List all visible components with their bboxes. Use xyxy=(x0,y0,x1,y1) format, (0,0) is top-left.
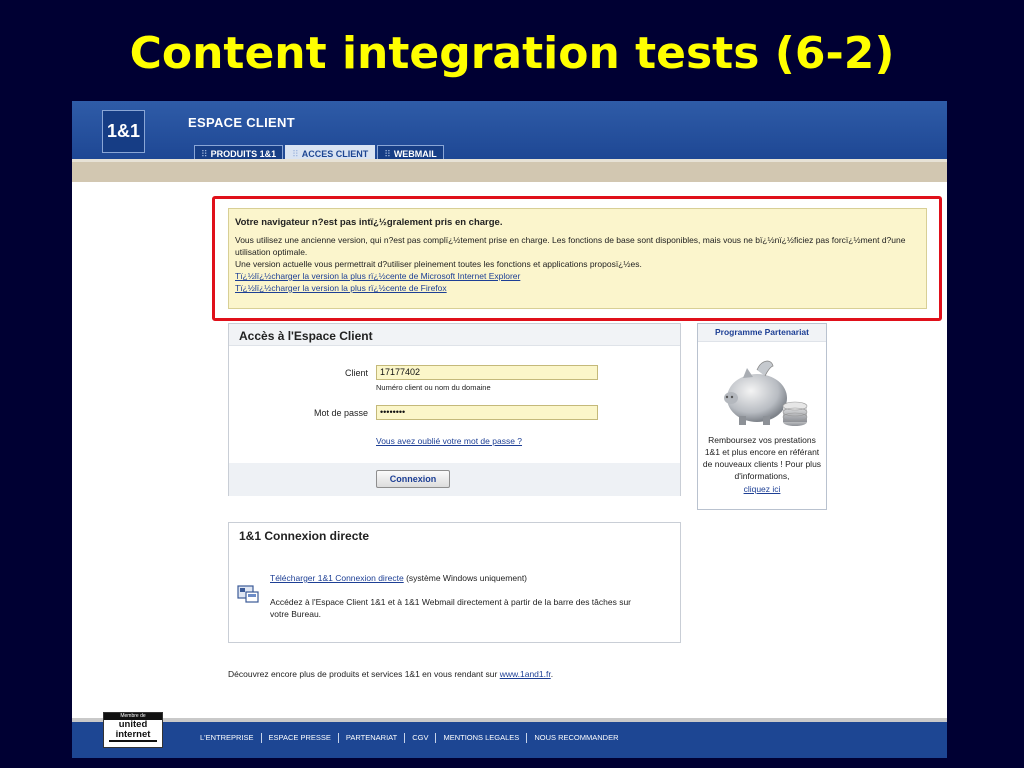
site-link[interactable]: www.1and1.fr xyxy=(500,669,551,679)
partner-description: Remboursez vos prestations 1&1 et plus e… xyxy=(702,435,822,481)
footer-link-presse[interactable]: ESPACE PRESSE xyxy=(262,733,339,743)
partner-box: Programme Partenariat Remboursez vos pre… xyxy=(697,323,827,510)
browser-screenshot: 1&1 ESPACE CLIENT ⠿ PRODUITS 1&1 ⠿ ACCES C… xyxy=(72,101,947,758)
footer-link-entreprise[interactable]: L'ENTREPRISE xyxy=(200,733,262,743)
password-label: Mot de passe xyxy=(313,408,368,418)
sub-header-bar xyxy=(72,162,947,182)
login-footer: Connexion xyxy=(229,463,680,496)
login-title: Accès à l'Espace Client xyxy=(229,324,680,346)
grid-icon: ⠿ xyxy=(292,149,299,159)
tab-label: PRODUITS 1&1 xyxy=(210,149,277,159)
discover-text: Découvrez encore plus de produits et ser… xyxy=(228,669,500,679)
password-input[interactable]: •••••••• xyxy=(376,405,598,420)
grid-icon: ⠿ xyxy=(384,149,391,159)
footer-link-partenariat[interactable]: PARTENARIAT xyxy=(339,733,406,743)
download-note: (système Windows uniquement) xyxy=(403,573,528,583)
forgot-password-link[interactable]: Vous avez oublié votre mot de passe ? xyxy=(376,436,522,446)
grid-icon: ⠿ xyxy=(201,149,208,159)
tab-label: ACCES CLIENT xyxy=(301,149,369,159)
client-hint: Numéro client ou nom du domaine xyxy=(376,383,491,392)
download-direct-link[interactable]: Télécharger 1&1 Connexion directe xyxy=(270,573,404,583)
discover-line: Découvrez encore plus de produits et ser… xyxy=(228,669,553,679)
client-input[interactable]: 17177402 xyxy=(376,365,598,380)
direct-description: Accédez à l'Espace Client 1&1 et à 1&1 W… xyxy=(270,597,632,619)
download-firefox-link[interactable]: Tï¿½lï¿½charger la version la plus rï¿½c… xyxy=(235,282,920,294)
discover-suffix: . xyxy=(550,669,554,679)
warning-text: Vous utilisez une ancienne version, qui … xyxy=(235,235,906,257)
footer-link-mentions[interactable]: MENTIONS LEGALES xyxy=(436,733,528,743)
badge-word-internet: internet xyxy=(109,730,157,742)
footer-link-recommander[interactable]: NOUS RECOMMANDER xyxy=(527,733,625,743)
site-header: 1&1 ESPACE CLIENT ⠿ PRODUITS 1&1 ⠿ ACCES C… xyxy=(72,101,947,162)
united-internet-badge[interactable]: Membre de united internet xyxy=(103,712,163,748)
partner-more-link[interactable]: cliquez ici xyxy=(702,483,822,495)
warning-text-2: Une version actuelle vous permettrait d?… xyxy=(235,259,642,269)
partner-text: Remboursez vos prestations 1&1 et plus e… xyxy=(702,434,822,495)
warning-title: Votre navigateur n?est pas intï¿½graleme… xyxy=(235,217,503,228)
login-body: Client 17177402 Numéro client ou nom du … xyxy=(229,346,680,463)
download-ie-link[interactable]: Tï¿½lï¿½charger la version la plus rï¿½c… xyxy=(235,270,920,282)
login-panel: Accès à l'Espace Client Client 17177402 … xyxy=(228,323,681,496)
partner-title: Programme Partenariat xyxy=(698,324,826,342)
direct-title: 1&1 Connexion directe xyxy=(239,529,370,543)
footer-link-cgv[interactable]: CGV xyxy=(405,733,437,743)
tab-label: WEBMAIL xyxy=(393,149,437,159)
client-label: Client xyxy=(344,368,368,378)
brand-logo[interactable]: 1&1 xyxy=(102,110,145,153)
slide-title: Content integration tests (6-2) xyxy=(129,28,895,79)
piggy-bank-icon xyxy=(724,360,808,426)
direct-download: Télécharger 1&1 Connexion directe (systè… xyxy=(270,573,527,583)
connexion-button[interactable]: Connexion xyxy=(376,470,450,488)
footer-links: L'ENTREPRISE ESPACE PRESSE PARTENARIAT C… xyxy=(200,733,625,743)
espace-client-title: ESPACE CLIENT xyxy=(188,115,295,130)
desktop-app-icon xyxy=(237,585,259,603)
direct-connection-panel: 1&1 Connexion directe Télécharger 1&1 Co… xyxy=(228,522,681,643)
browser-warning: Votre navigateur n?est pas intï¿½graleme… xyxy=(228,208,927,309)
